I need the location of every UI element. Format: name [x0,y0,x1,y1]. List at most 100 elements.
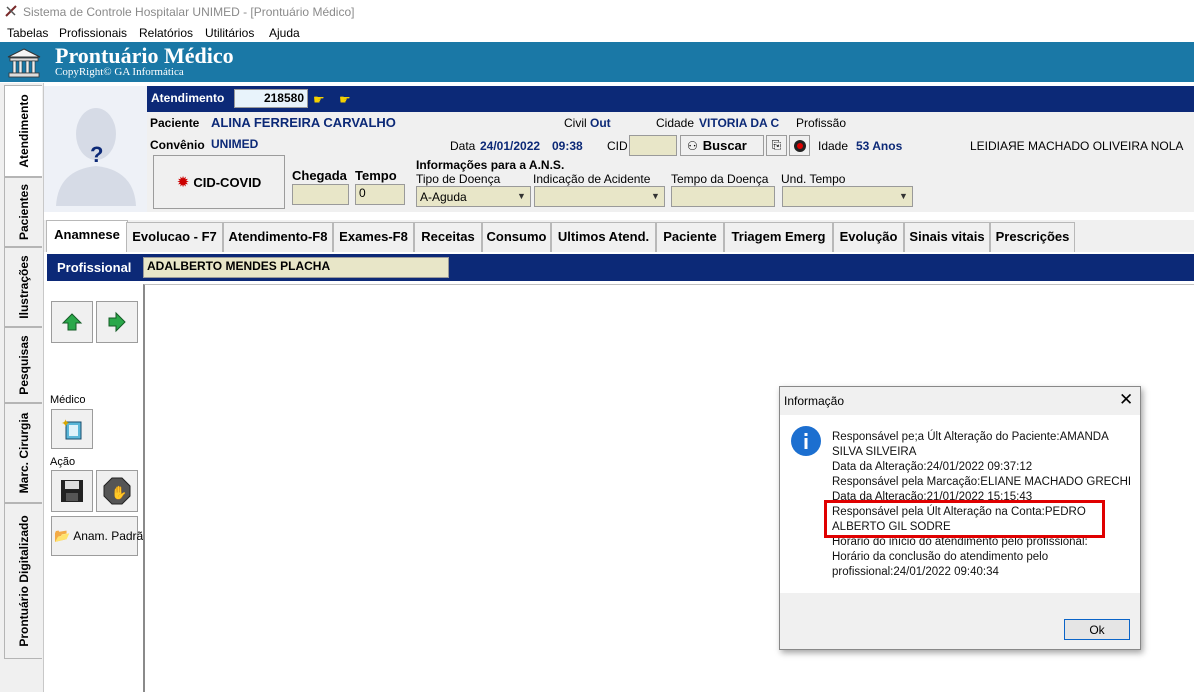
dialog-body: Responsável pe;a Últ Alteração do Pacien… [780,415,1140,593]
patient-photo: ? [44,86,147,212]
tempo-doenca-label: Tempo da Doença [671,172,769,186]
chevron-down-icon[interactable]: ▼ [515,190,528,203]
tempo-field[interactable]: 0 [355,184,405,205]
menu-ajuda[interactable]: Ajuda [269,26,300,40]
indicacao-acidente-select[interactable]: ▼ [534,186,665,207]
side-tab-pesquisas[interactable]: Pesquisas [4,327,42,403]
side-tab-atendimento[interactable]: Atendimento [4,85,42,177]
dialog-line: Data da Alteração:21/01/2022 15:15:43 [832,491,1033,503]
hora-value: 09:38 [552,139,583,153]
tab-triagem-emerg[interactable]: Triagem Emerg [724,222,833,252]
atendimento-bar: Atendimento 218580 ☛ ☛ [147,86,1194,112]
chegada-field[interactable] [292,184,349,205]
tab-evolucao-f7[interactable]: Evolucao - F7 [126,222,223,252]
und-tempo-label: Und. Tempo [781,172,846,186]
tab-atendimento-f8[interactable]: Atendimento-F8 [223,222,333,252]
arrow-up-green-icon[interactable] [51,301,93,343]
data-value: 24/01/2022 [480,139,541,153]
arrow-right-green-icon[interactable] [96,301,138,343]
tab-evolucao[interactable]: Evolução [833,222,904,252]
person-silhouette-icon: ? [56,108,136,206]
idade-value: 53 Anos [856,139,903,153]
tipo-doenca-select[interactable]: A-Aguda ▼ [416,186,531,207]
tab-prescricoes[interactable]: Prescrições [990,222,1075,252]
civil-label: Civil [564,116,587,130]
dialog-line: profissional:24/01/2022 09:40:34 [832,566,999,578]
svg-text:✋: ✋ [111,485,127,500]
dialog-line: Data da Alteração:24/01/2022 09:37:12 [832,461,1033,473]
dialog-title: Informação [784,394,845,408]
cidade-value: VITORIA DA C [699,116,780,130]
svg-text:?: ? [90,142,103,167]
data-label: Data [450,139,476,153]
tab-strip: Anamnese Evolucao - F7 Atendimento-F8 Ex… [44,220,1194,252]
civil-value: Out [590,116,611,130]
profissao-label: Profissão [796,116,847,130]
medico-responsavel: LEIDIAЯE MACHADO OLIVEIRA NOLA [970,139,1184,153]
tempo-label: Tempo [355,168,397,183]
tab-sinais-vitais[interactable]: Sinais vitais [904,222,990,252]
cid-label: CID [607,139,628,153]
pointer-hand-icon[interactable]: ☛ [313,92,325,108]
tab-consumo[interactable]: Consumo [482,222,551,252]
hospital-building-icon [7,48,41,78]
atendimento-field[interactable]: 218580 [234,89,308,108]
idade-label: Idade [818,139,849,153]
und-tempo-select[interactable]: ▼ [782,186,913,207]
side-tab-pacientes[interactable]: Pacientes [4,177,42,247]
atendimento-label: Atendimento [151,91,225,105]
record-icon[interactable] [789,135,810,156]
tab-paciente[interactable]: Paciente [656,222,724,252]
save-floppy-icon[interactable] [51,470,93,512]
chevron-down-icon[interactable]: ▼ [649,190,662,203]
tab-anamnese[interactable]: Anamnese [46,220,128,252]
medico-label: Médico [50,394,86,406]
dialog-line: Horário do início do atendimento pelo pr… [832,536,1088,548]
ok-button[interactable]: Ok [1064,619,1130,640]
tab-ultimos-atend[interactable]: Ultimos Atend. [551,222,656,252]
cid-field[interactable] [629,135,677,156]
svg-text:✦: ✦ [61,418,70,430]
menu-profissionais[interactable]: Profissionais [59,26,127,40]
tab-exames-f8[interactable]: Exames-F8 [333,222,414,252]
cid-covid-button[interactable]: ✹ CID-COVID [153,155,285,209]
tipo-doenca-label: Tipo de Doença [416,172,501,186]
menu-utilitarios[interactable]: Utilitários [205,26,254,40]
paciente-label: Paciente [150,116,200,130]
buscar-button[interactable]: ⚇ Buscar [680,135,764,156]
banner-copyright: CopyRight© GA Informática [55,66,184,78]
dialog-line: SILVA SILVEIRA [832,446,917,458]
app-icon [5,5,17,17]
pointer-hand-icon-2[interactable]: ☛ [339,92,351,108]
copy-icon[interactable]: ⎘ [766,135,787,156]
ans-title: Informações para a A.N.S. [416,158,565,172]
stop-hand-icon[interactable]: ✋ [96,470,138,512]
dialog-line: Horário da conclusão do atendimento pelo [832,551,1049,563]
chegada-label: Chegada [292,168,347,183]
chevron-down-icon[interactable]: ▼ [897,190,910,203]
menu-bar: Tabelas Profissionais Relatórios Utilitá… [0,24,1194,42]
virus-icon: ✹ [176,174,190,191]
profissional-label: Profissional [57,260,132,275]
dialog-line: Responsável pe;a Últ Alteração do Pacien… [832,431,1109,443]
side-tab-ilustracoes[interactable]: Ilustrações [4,247,42,327]
new-document-icon[interactable]: ✦ [51,409,93,449]
side-tab-prontuario-digitalizado[interactable]: Prontuário Digitalizado [4,503,42,659]
binoculars-icon: ⚇ [687,138,698,153]
banner: Prontuário Médico CopyRight© GA Informát… [0,42,1194,82]
profissional-field[interactable]: ADALBERTO MENDES PLACHA [143,257,449,278]
left-panel: Médico ✦ Ação ✋ 📂 Anam. Padrã [44,283,144,692]
info-dialog: Informação ✕ Responsável pe;a Últ Altera… [779,386,1141,650]
indicacao-acidente-label: Indicação de Acidente [533,172,651,186]
tempo-doenca-field[interactable] [671,186,775,207]
dialog-line: Responsável pela Marcação:ELIANE MACHADO… [832,476,1132,488]
dialog-line: Responsável pela Últ Alteração na Conta:… [832,506,1086,518]
menu-tabelas[interactable]: Tabelas [7,26,48,40]
tab-receitas[interactable]: Receitas [414,222,482,252]
anam-padrao-button[interactable]: 📂 Anam. Padrã [51,516,143,556]
menu-relatorios[interactable]: Relatórios [139,26,193,40]
close-icon[interactable]: ✕ [1119,390,1133,410]
profissional-bar: Profissional ADALBERTO MENDES PLACHA [47,254,1194,281]
side-tab-marc-cirurgia[interactable]: Marc. Cirurgia [4,403,42,503]
title-bar: Sistema de Controle Hospitalar UNIMED - … [0,0,1194,24]
